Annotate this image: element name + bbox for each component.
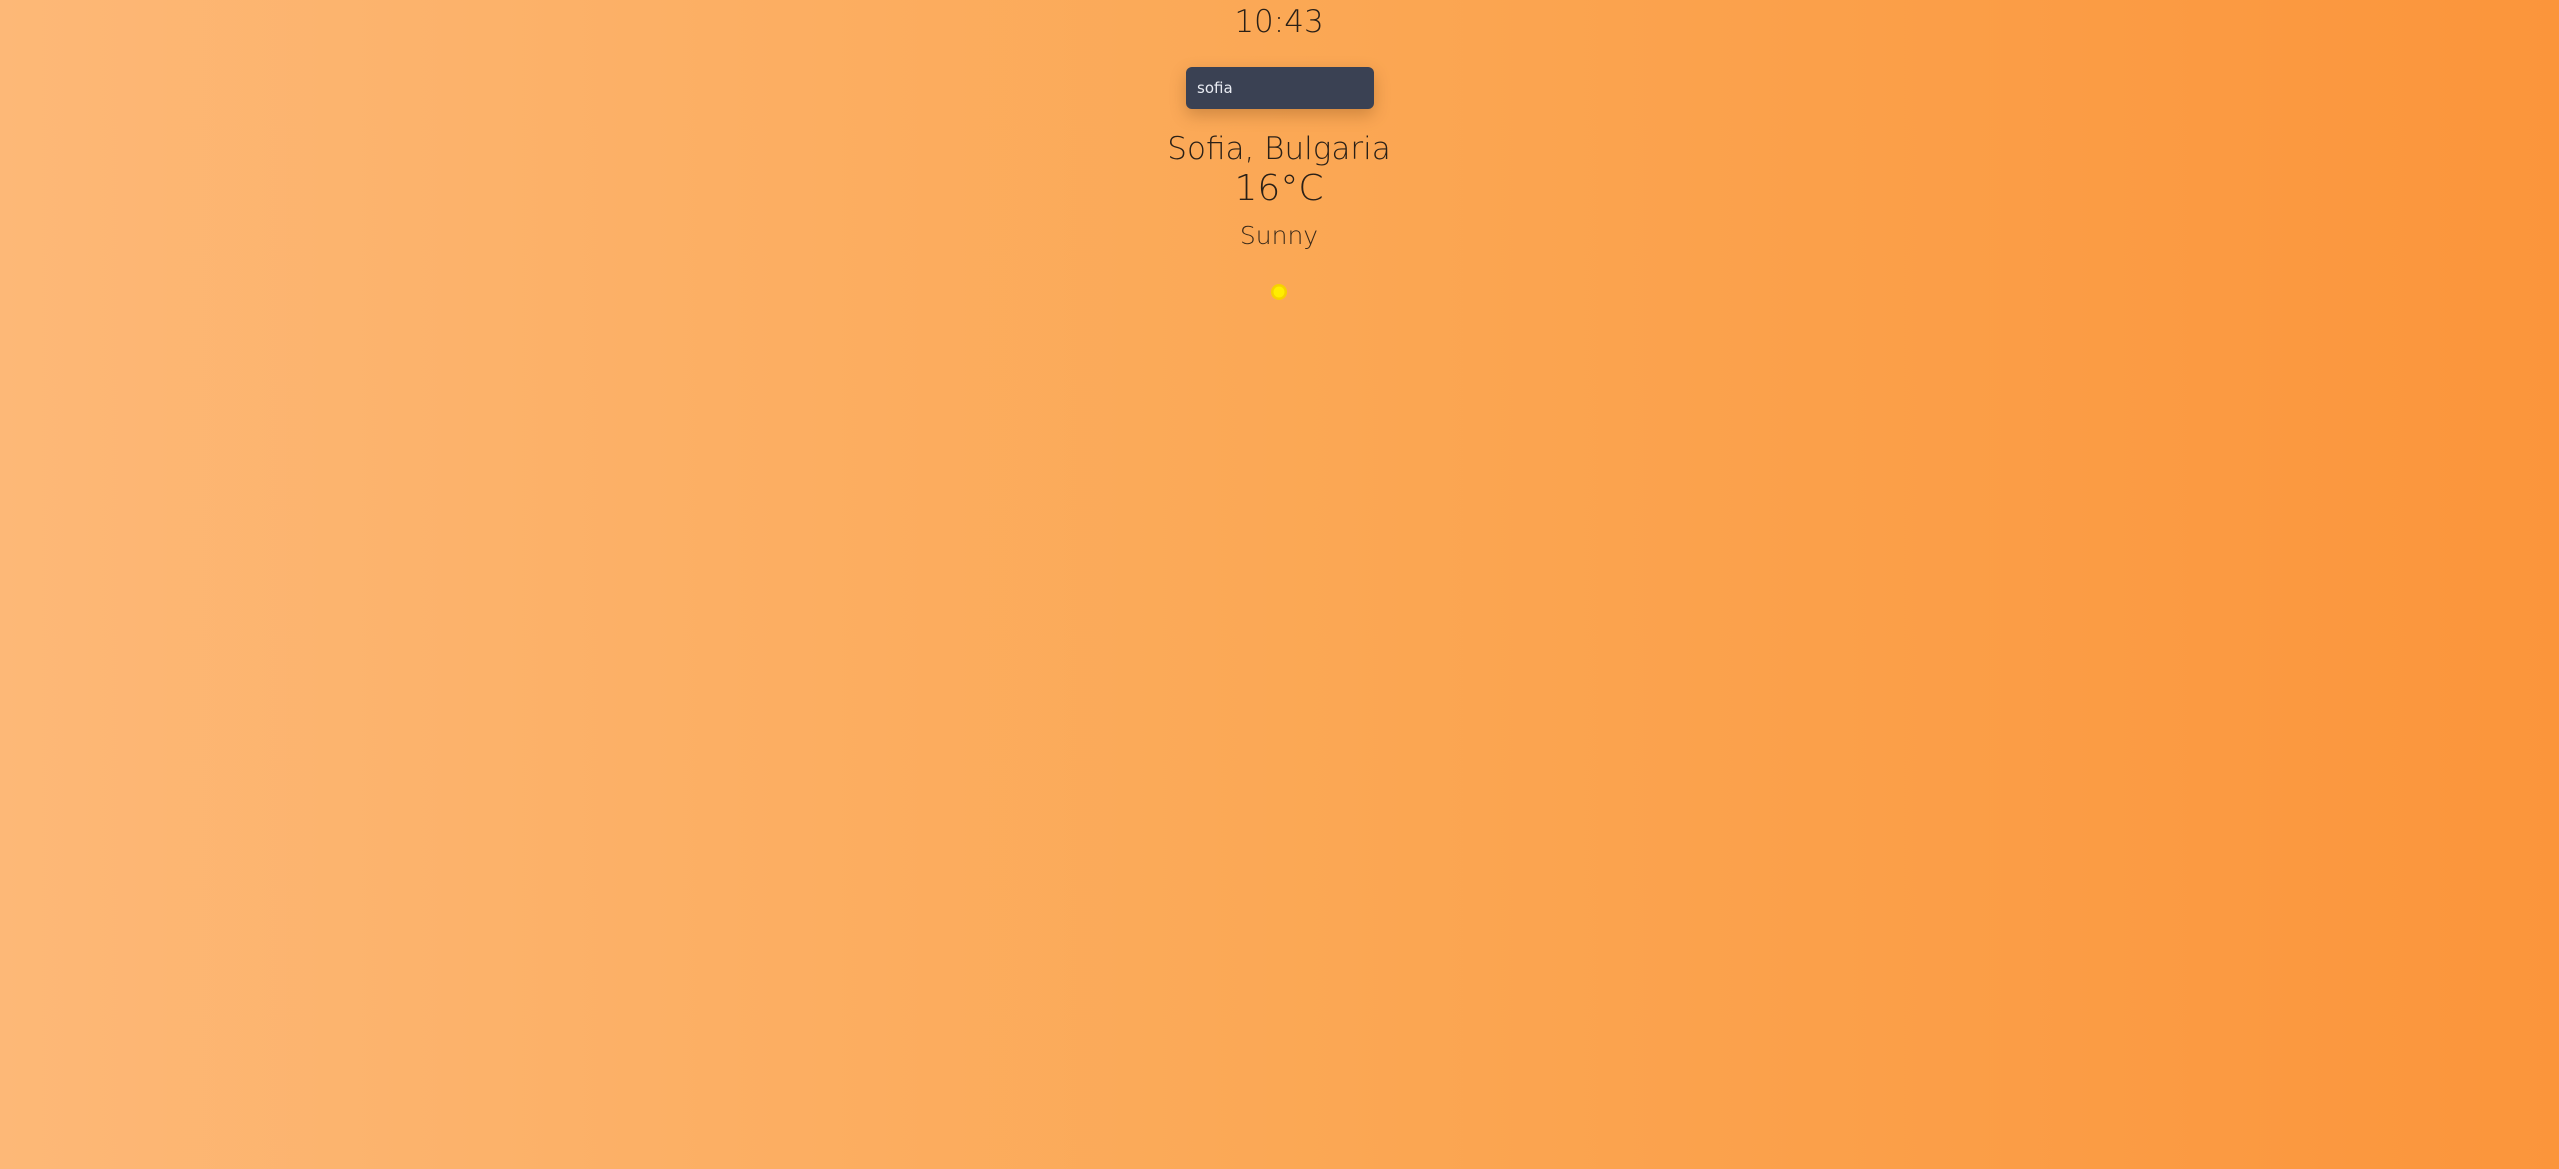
weather-condition: Sunny (1239, 221, 1319, 250)
weather-app: 10:43 Sofia, Bulgaria 16°C Sunny (0, 0, 2559, 1169)
clock-time: 10:43 (1234, 4, 1324, 40)
search-input[interactable] (1186, 67, 1374, 109)
sun-icon (1271, 284, 1287, 300)
location-label: Sofia, Bulgaria (1167, 131, 1391, 167)
temperature-value: 16°C (1234, 168, 1324, 209)
search-box[interactable] (1186, 67, 1374, 109)
